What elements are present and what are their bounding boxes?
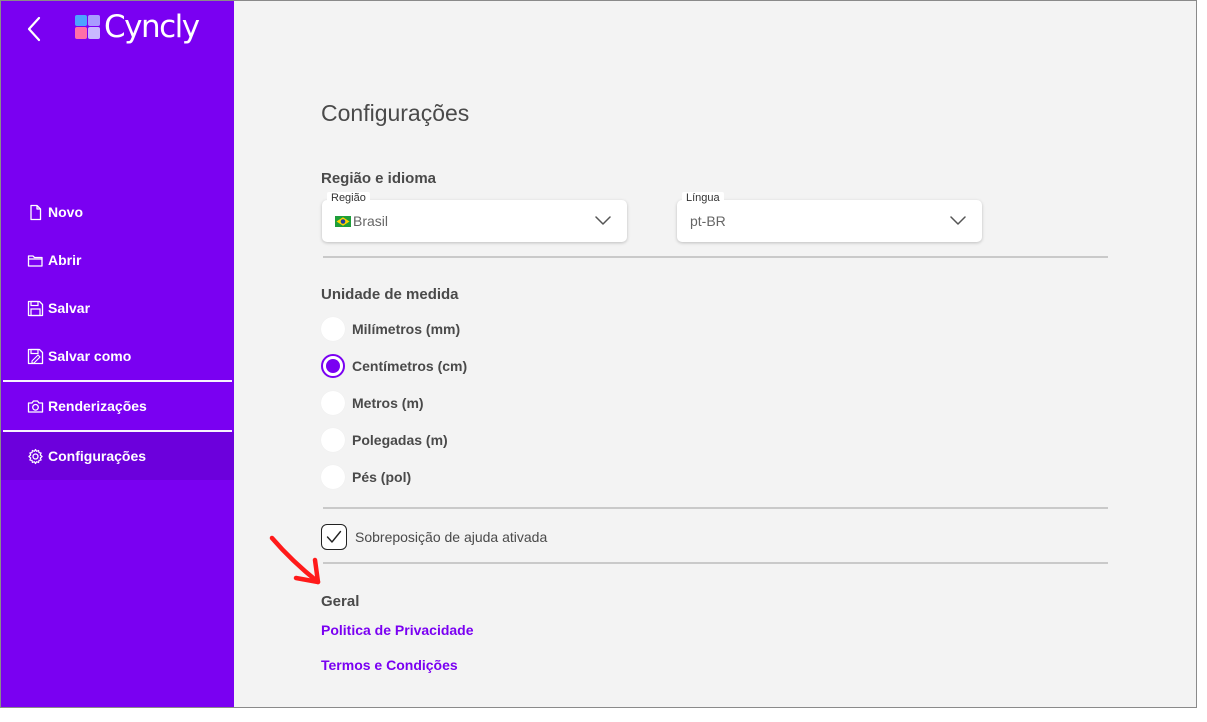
sidebar-item-abrir[interactable]: Abrir <box>1 236 234 284</box>
terms-conditions-link[interactable]: Termos e Condições <box>321 657 458 673</box>
privacy-policy-link[interactable]: Politica de Privacidade <box>321 622 474 638</box>
sidebar-divider <box>3 380 232 382</box>
radio-button[interactable] <box>321 465 345 489</box>
general-title: Geral <box>321 593 360 610</box>
back-icon[interactable] <box>23 15 47 43</box>
save-icon <box>27 300 44 316</box>
settings-content: Configurações Região e idioma Região Bra… <box>234 1 1196 707</box>
chevron-down-icon <box>595 216 611 225</box>
unit-option-label: Milímetros (mm) <box>352 321 461 337</box>
save-as-icon <box>27 348 44 364</box>
section-divider <box>323 507 1108 509</box>
region-select-label: Região <box>327 192 370 204</box>
unit-option-pes[interactable]: Pés (pol) <box>321 465 411 489</box>
section-divider <box>323 256 1108 258</box>
sidebar-item-label: Configurações <box>48 448 147 464</box>
help-overlay-toggle[interactable]: Sobreposição de ajuda ativada <box>321 524 547 550</box>
checkmark-icon <box>326 530 342 543</box>
radio-button[interactable] <box>321 428 345 452</box>
sidebar-item-salvar-como[interactable]: Salvar como <box>1 332 234 380</box>
sidebar-menu: Novo Abrir Salvar Salvar como Renderizaç… <box>1 188 234 480</box>
unit-option-label: Centímetros (cm) <box>352 358 468 374</box>
unit-option-m[interactable]: Metros (m) <box>321 391 424 415</box>
radio-button[interactable] <box>321 317 345 341</box>
sidebar: Cyncly Novo Abrir Salvar Salvar como Ren… <box>1 1 234 707</box>
radio-button-selected[interactable] <box>321 354 345 378</box>
radio-button[interactable] <box>321 391 345 415</box>
unit-option-mm[interactable]: Milímetros (mm) <box>321 317 460 341</box>
logo-text: Cyncly <box>104 9 200 45</box>
region-select-value-wrap: Brasil <box>335 213 388 229</box>
camera-icon <box>27 399 44 413</box>
language-select-label: Língua <box>682 192 724 204</box>
sidebar-item-label: Salvar <box>48 300 91 316</box>
sidebar-item-renderizacoes[interactable]: Renderizações <box>1 382 234 430</box>
unit-option-polegadas[interactable]: Polegadas (m) <box>321 428 448 452</box>
unit-option-label: Pés (pol) <box>352 469 412 485</box>
file-icon <box>30 204 42 220</box>
chevron-down-icon <box>950 216 966 225</box>
sidebar-item-novo[interactable]: Novo <box>1 188 234 236</box>
sidebar-item-label: Abrir <box>48 252 82 268</box>
unit-option-label: Metros (m) <box>352 395 424 411</box>
annotation-arrow-icon <box>269 535 321 585</box>
help-overlay-label: Sobreposição de ajuda ativada <box>355 529 548 545</box>
cyncly-logo-mark-icon <box>75 15 100 39</box>
unit-option-cm[interactable]: Centímetros (cm) <box>321 354 467 378</box>
region-language-title: Região e idioma <box>321 170 437 187</box>
page-title: Configurações <box>321 100 470 126</box>
folder-icon <box>27 254 43 267</box>
sidebar-item-label: Salvar como <box>48 348 132 364</box>
language-select[interactable]: Língua pt-BR <box>677 192 982 242</box>
units-title: Unidade de medida <box>321 286 459 303</box>
cyncly-logo: Cyncly <box>74 9 200 45</box>
brazil-flag-icon <box>335 215 351 227</box>
sidebar-item-label: Renderizações <box>48 398 147 414</box>
unit-option-label: Polegadas (m) <box>352 432 448 448</box>
sidebar-item-salvar[interactable]: Salvar <box>1 284 234 332</box>
sidebar-divider <box>3 430 232 432</box>
region-select-value: Brasil <box>353 213 389 229</box>
gear-icon <box>28 448 43 464</box>
region-select[interactable]: Região Brasil <box>322 192 627 242</box>
sidebar-item-label: Novo <box>48 204 83 220</box>
app-window: Cyncly Novo Abrir Salvar Salvar como Ren… <box>0 0 1197 708</box>
language-select-value: pt-BR <box>690 213 726 229</box>
section-divider <box>323 562 1108 564</box>
sidebar-item-configuracoes[interactable]: Configurações <box>1 432 234 480</box>
